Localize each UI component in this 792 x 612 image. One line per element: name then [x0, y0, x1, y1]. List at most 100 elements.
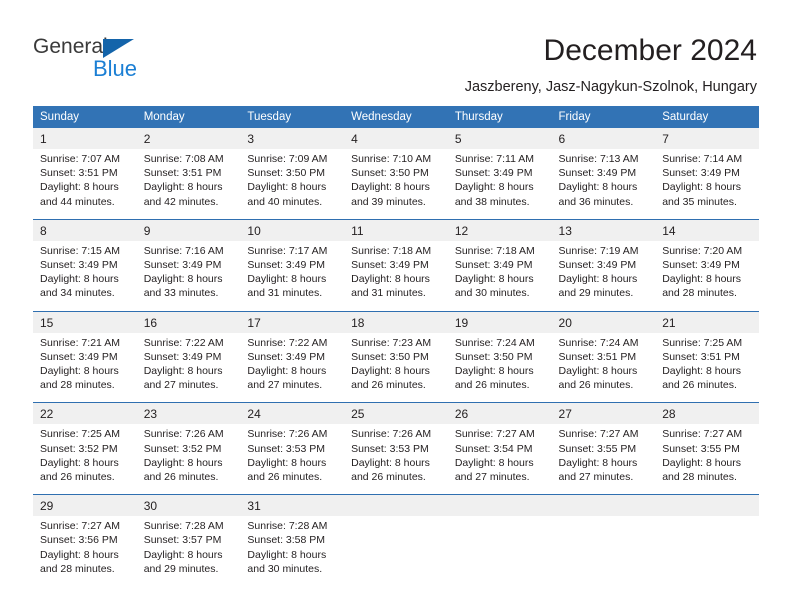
day-number[interactable]: 9	[136, 218, 241, 241]
day-number[interactable]: 19	[447, 310, 552, 333]
daylight-text-line1: Daylight: 8 hours	[351, 181, 430, 194]
day-number[interactable]: 11	[344, 218, 448, 241]
day-cell[interactable]: Sunrise: 7:20 AM Sunset: 3:49 PM Dayligh…	[655, 240, 759, 312]
day-number[interactable]: 7	[655, 128, 759, 149]
week-details-row: Sunrise: 7:15 AM Sunset: 3:49 PM Dayligh…	[33, 240, 759, 312]
day-number[interactable]: 17	[240, 310, 345, 333]
day-cell[interactable]: Sunrise: 7:25 AM Sunset: 3:52 PM Dayligh…	[33, 424, 137, 495]
day-cell[interactable]: Sunrise: 7:25 AM Sunset: 3:51 PM Dayligh…	[655, 332, 759, 403]
day-cell[interactable]: Sunrise: 7:15 AM Sunset: 3:49 PM Dayligh…	[33, 240, 137, 312]
daylight-text-line2: and 31 minutes.	[351, 287, 426, 300]
day-cell[interactable]: Sunrise: 7:27 AM Sunset: 3:54 PM Dayligh…	[447, 424, 552, 495]
daylight-text-line2: and 26 minutes.	[40, 471, 115, 484]
daylight-text-line1: Daylight: 8 hours	[40, 365, 119, 378]
sunrise-text: Sunrise: 7:11 AM	[454, 153, 534, 165]
sunset-text: Sunset: 3:49 PM	[558, 259, 637, 272]
day-number[interactable]: 28	[655, 402, 759, 425]
day-cell[interactable]: Sunrise: 7:26 AM Sunset: 3:53 PM Dayligh…	[344, 424, 448, 495]
day-number[interactable]: 29	[33, 494, 137, 517]
day-number[interactable]: 8	[33, 218, 137, 241]
day-number[interactable]: 4	[344, 128, 448, 149]
day-cell[interactable]: Sunrise: 7:11 AM Sunset: 3:49 PM Dayligh…	[447, 149, 552, 220]
sunrise-text: Sunrise: 7:13 AM	[558, 153, 639, 165]
day-cell[interactable]: Sunrise: 7:18 AM Sunset: 3:49 PM Dayligh…	[447, 240, 552, 312]
daylight-text-line1: Daylight: 8 hours	[558, 456, 638, 469]
day-number[interactable]: 22	[33, 402, 137, 425]
day-cell[interactable]: Sunrise: 7:28 AM Sunset: 3:58 PM Dayligh…	[240, 516, 345, 587]
day-number[interactable]: 23	[136, 402, 241, 425]
sunset-text: Sunset: 3:49 PM	[40, 350, 118, 363]
daylight-text-line2: and 38 minutes.	[454, 195, 530, 208]
day-number[interactable]: 24	[240, 402, 345, 425]
day-cell[interactable]: Sunrise: 7:19 AM Sunset: 3:49 PM Dayligh…	[551, 240, 656, 312]
day-cell[interactable]: Sunrise: 7:23 AM Sunset: 3:50 PM Dayligh…	[344, 332, 448, 403]
daylight-text-line1: Daylight: 8 hours	[247, 273, 327, 286]
day-cell[interactable]: Sunrise: 7:22 AM Sunset: 3:49 PM Dayligh…	[240, 332, 345, 403]
day-number[interactable]: 15	[33, 310, 137, 333]
day-cell[interactable]: Sunrise: 7:16 AM Sunset: 3:49 PM Dayligh…	[136, 240, 241, 312]
sunset-text: Sunset: 3:51 PM	[40, 167, 118, 180]
day-cell[interactable]: Sunrise: 7:09 AM Sunset: 3:50 PM Dayligh…	[240, 149, 345, 220]
day-number-empty	[344, 494, 448, 517]
day-cell[interactable]: Sunrise: 7:27 AM Sunset: 3:56 PM Dayligh…	[33, 516, 137, 587]
day-cell[interactable]: Sunrise: 7:24 AM Sunset: 3:50 PM Dayligh…	[447, 332, 552, 403]
day-number[interactable]: 27	[551, 402, 656, 425]
day-cell[interactable]: Sunrise: 7:26 AM Sunset: 3:53 PM Dayligh…	[240, 424, 345, 495]
day-cell[interactable]: Sunrise: 7:26 AM Sunset: 3:52 PM Dayligh…	[136, 424, 241, 495]
day-number[interactable]: 25	[344, 402, 448, 425]
day-number[interactable]: 10	[240, 218, 345, 241]
sunset-text: Sunset: 3:49 PM	[454, 259, 533, 272]
page-title: December 2024	[543, 34, 757, 67]
daylight-text-line1: Daylight: 8 hours	[143, 181, 223, 194]
week-details-row: Sunrise: 7:21 AM Sunset: 3:49 PM Dayligh…	[33, 332, 759, 403]
sunrise-text: Sunrise: 7:23 AM	[351, 336, 432, 349]
day-number[interactable]: 1	[33, 128, 137, 149]
daylight-text-line1: Daylight: 8 hours	[247, 365, 327, 378]
daylight-text-line2: and 28 minutes.	[662, 471, 737, 484]
daylight-text-line2: and 26 minutes.	[558, 379, 634, 392]
day-number[interactable]: 20	[551, 310, 656, 333]
day-cell[interactable]: Sunrise: 7:27 AM Sunset: 3:55 PM Dayligh…	[551, 424, 656, 495]
day-number[interactable]: 30	[136, 494, 241, 517]
day-number[interactable]: 13	[551, 218, 656, 241]
day-number[interactable]: 18	[344, 310, 448, 333]
daylight-text-line2: and 34 minutes.	[40, 287, 115, 300]
sunrise-text: Sunrise: 7:27 AM	[558, 428, 639, 441]
day-cell[interactable]: Sunrise: 7:28 AM Sunset: 3:57 PM Dayligh…	[136, 516, 241, 587]
day-cell[interactable]: Sunrise: 7:14 AM Sunset: 3:49 PM Dayligh…	[655, 149, 759, 220]
day-number[interactable]: 14	[655, 218, 759, 241]
sunset-text: Sunset: 3:57 PM	[143, 534, 222, 547]
day-cell-empty	[551, 516, 656, 587]
day-number[interactable]: 3	[240, 128, 345, 149]
day-cell[interactable]: Sunrise: 7:18 AM Sunset: 3:49 PM Dayligh…	[344, 240, 448, 312]
day-cell[interactable]: Sunrise: 7:17 AM Sunset: 3:49 PM Dayligh…	[240, 240, 345, 312]
general-blue-logo[interactable]: General Blue	[33, 36, 163, 82]
calendar-body: 1 2 3 4 5 6 7 Sunrise: 7:07 AM Sunset: 3…	[33, 128, 759, 587]
day-cell[interactable]: Sunrise: 7:24 AM Sunset: 3:51 PM Dayligh…	[551, 332, 656, 403]
day-number[interactable]: 2	[136, 128, 241, 149]
daylight-text-line1: Daylight: 8 hours	[40, 456, 119, 469]
day-cell[interactable]: Sunrise: 7:22 AM Sunset: 3:49 PM Dayligh…	[136, 332, 241, 403]
day-cell[interactable]: Sunrise: 7:27 AM Sunset: 3:55 PM Dayligh…	[655, 424, 759, 495]
weekday-header-monday: Monday	[136, 106, 241, 128]
sunset-text: Sunset: 3:50 PM	[247, 167, 326, 180]
day-number[interactable]: 21	[655, 310, 759, 333]
daylight-text-line2: and 26 minutes.	[351, 379, 426, 392]
weekday-header-wednesday: Wednesday	[344, 106, 448, 128]
day-cell[interactable]: Sunrise: 7:08 AM Sunset: 3:51 PM Dayligh…	[136, 149, 241, 220]
day-cell[interactable]: Sunrise: 7:07 AM Sunset: 3:51 PM Dayligh…	[33, 149, 137, 220]
day-cell[interactable]: Sunrise: 7:10 AM Sunset: 3:50 PM Dayligh…	[344, 149, 448, 220]
week-details-row: Sunrise: 7:27 AM Sunset: 3:56 PM Dayligh…	[33, 516, 759, 587]
sunrise-text: Sunrise: 7:28 AM	[247, 520, 328, 533]
sunrise-text: Sunrise: 7:09 AM	[247, 153, 328, 165]
sunset-text: Sunset: 3:54 PM	[454, 442, 533, 455]
day-number[interactable]: 5	[447, 128, 552, 149]
day-number[interactable]: 26	[447, 402, 552, 425]
day-number[interactable]: 31	[240, 494, 345, 517]
day-cell[interactable]: Sunrise: 7:13 AM Sunset: 3:49 PM Dayligh…	[551, 149, 656, 220]
day-number[interactable]: 6	[551, 128, 656, 149]
day-cell[interactable]: Sunrise: 7:21 AM Sunset: 3:49 PM Dayligh…	[33, 332, 137, 403]
day-number[interactable]: 16	[136, 310, 241, 333]
day-number[interactable]: 12	[447, 218, 552, 241]
calendar-table: Sunday Monday Tuesday Wednesday Thursday…	[33, 106, 759, 587]
